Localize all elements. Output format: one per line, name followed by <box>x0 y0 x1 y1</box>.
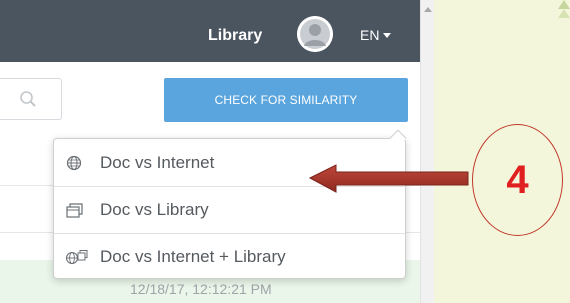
globe-library-icon <box>66 249 96 265</box>
app-window: Library EN CHECK FOR SIMILARITY 12/18/17… <box>0 0 420 303</box>
user-avatar[interactable] <box>297 16 333 52</box>
menu-item-doc-vs-internet-library[interactable]: Doc vs Internet + Library <box>54 234 405 280</box>
chevron-down-icon <box>383 33 392 38</box>
vertical-scrollbar[interactable] <box>420 0 434 303</box>
document-timestamp: 12/18/17, 12:12:21 PM <box>130 281 272 297</box>
avatar-icon <box>297 16 333 52</box>
library-link[interactable]: Library <box>208 27 262 45</box>
check-for-similarity-button[interactable]: CHECK FOR SIMILARITY <box>164 78 408 122</box>
scroll-up-arrow-icon[interactable] <box>424 7 432 12</box>
step-number-badge: 4 <box>472 124 563 236</box>
search-input[interactable] <box>0 78 62 120</box>
top-navbar: Library EN <box>0 0 420 62</box>
step-number: 4 <box>506 157 529 202</box>
globe-icon <box>66 155 96 171</box>
slide-corner-accent <box>558 0 570 9</box>
menu-item-label: Doc vs Internet + Library <box>100 247 286 266</box>
menu-item-label: Doc vs Internet <box>100 153 215 172</box>
library-window-icon <box>66 202 96 218</box>
annotation-arrow-icon <box>308 164 469 193</box>
search-icon <box>20 91 36 107</box>
language-label: EN <box>360 27 380 43</box>
language-dropdown[interactable]: EN <box>360 27 392 43</box>
menu-item-label: Doc vs Library <box>100 200 209 219</box>
slide-corner-accent <box>558 9 570 18</box>
